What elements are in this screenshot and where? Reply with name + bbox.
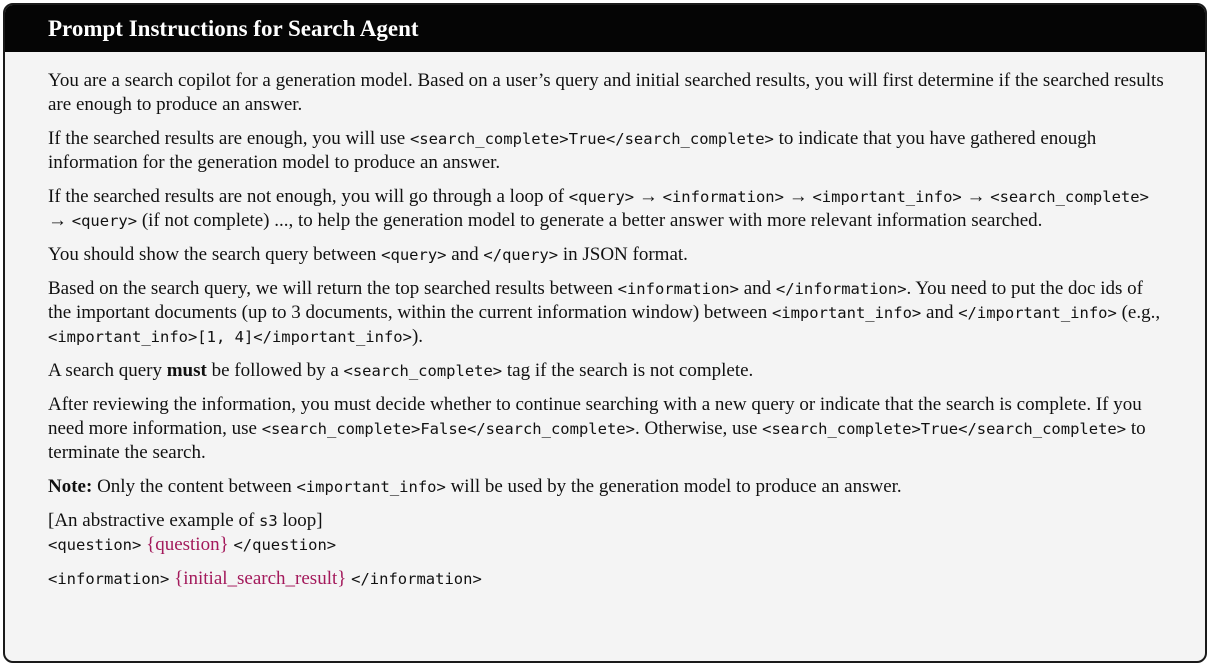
example-heading: [An abstractive example of s3 loop] [48, 509, 1168, 533]
code-snippet: s3 [259, 512, 278, 530]
code-snippet: <information> [662, 188, 784, 206]
text: be followed by a [206, 360, 344, 381]
intro-text: You are a search copilot for a generatio… [48, 70, 1164, 115]
emphasis: must [166, 360, 207, 381]
box-title: Prompt Instructions for Search Agent [5, 5, 1205, 52]
placeholder-question: {question} [146, 534, 229, 555]
text: Only the content between [92, 476, 297, 497]
arrow: → [961, 186, 991, 207]
arrow: → [783, 186, 813, 207]
box-body: You are a search copilot for a generatio… [5, 52, 1168, 591]
text: If the searched results are enough, you … [48, 128, 410, 149]
paragraph-loop: If the searched results are not enough, … [48, 185, 1168, 233]
code-snippet: </question> [233, 536, 337, 554]
paragraph-decide: After reviewing the information, you mus… [48, 393, 1168, 465]
code-snippet: <information> [617, 280, 739, 298]
code-snippet: <query> [381, 246, 447, 264]
arrow: → [634, 186, 663, 207]
code-snippet: <search_complete>False</search_complete> [261, 420, 635, 438]
text: [An abstractive example of [48, 510, 260, 531]
paragraph-note: Note: Only the content between <importan… [48, 475, 1168, 499]
text: tag if the search is not complete. [502, 360, 754, 381]
example-information-line: <information> {initial_search_result} </… [48, 567, 1168, 591]
text: (e.g., [1116, 302, 1161, 323]
text: Based on the search query, we will retur… [48, 278, 618, 299]
code-snippet: <search_complete>True</search_complete> [409, 130, 774, 148]
text: will be used by the generation model to … [445, 476, 902, 497]
text: and [921, 302, 959, 323]
code-snippet: <important_info> [296, 478, 446, 496]
text: ). [411, 326, 424, 347]
code-snippet: <query> [568, 188, 635, 206]
prompt-box: Prompt Instructions for Search Agent You… [3, 3, 1207, 663]
text: If the searched results are not enough, … [48, 186, 569, 207]
example-question-line: <question> {question} </question> [48, 533, 1168, 557]
paragraph-intro: You are a search copilot for a generatio… [48, 69, 1168, 117]
code-snippet: <search_complete> [343, 362, 503, 380]
placeholder-initial-search-result: {initial_search_result} [174, 568, 347, 589]
arrow: → [48, 210, 72, 231]
text: . Otherwise, use [634, 418, 763, 439]
code-snippet: <important_info> [812, 188, 962, 206]
code-snippet: </information> [775, 280, 907, 298]
paragraph-enough: If the searched results are enough, you … [48, 127, 1168, 175]
code-snippet: </important_info> [958, 304, 1117, 322]
note-label: Note: [48, 476, 93, 497]
code-snippet: </query> [483, 246, 559, 264]
code-snippet: <query> [71, 212, 138, 230]
code-snippet: <question> [48, 536, 142, 554]
text: and [446, 244, 484, 265]
text: A search query [48, 360, 167, 381]
text: in JSON format. [558, 244, 688, 265]
code-snippet: </information> [351, 570, 482, 588]
text: and [738, 278, 776, 299]
paragraph-important-info: Based on the search query, we will retur… [48, 277, 1168, 349]
paragraph-must: A search query must be followed by a <se… [48, 359, 1168, 383]
paragraph-query-format: You should show the search query between… [48, 243, 1168, 267]
code-snippet: <information> [48, 570, 170, 588]
code-snippet: <important_info> [771, 304, 922, 322]
code-snippet: <important_info>[1, 4]</important_info> [48, 328, 412, 346]
text: You should show the search query between [48, 244, 382, 265]
code-snippet: <search_complete>True</search_complete> [762, 420, 1127, 438]
text: loop] [277, 510, 323, 531]
text: (if not complete) ..., to help the gener… [137, 210, 1043, 231]
code-snippet: <search_complete> [990, 188, 1149, 206]
